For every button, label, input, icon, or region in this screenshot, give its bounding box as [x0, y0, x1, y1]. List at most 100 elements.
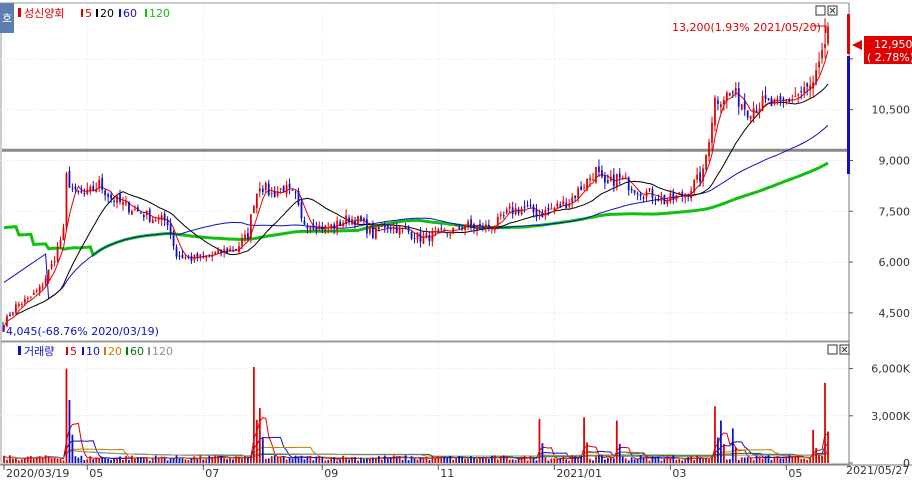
candle-body [419, 232, 422, 243]
candle-body [223, 249, 226, 253]
volume-bar [166, 460, 169, 463]
candle-body [493, 226, 496, 231]
volume-bar [621, 456, 624, 463]
candle-body [821, 49, 823, 59]
volume-bar [113, 458, 115, 463]
candle-body [517, 209, 520, 214]
candle-body [178, 255, 181, 257]
candle-body [241, 238, 243, 246]
candle-body [377, 226, 380, 230]
candle-body [107, 194, 110, 197]
x-tick-label: 09 [324, 467, 338, 480]
candle-body [416, 232, 419, 240]
volume-bar [229, 457, 231, 463]
vol-legend-ma120-swatch [148, 347, 150, 355]
candle-body [791, 99, 794, 101]
volume-bar [630, 457, 633, 463]
candle-body [443, 230, 446, 232]
volume-bar [238, 457, 240, 463]
candle-body [425, 232, 428, 238]
candle-body [279, 188, 282, 190]
volume-bar [490, 455, 493, 463]
volume-bar [583, 417, 585, 463]
volume-bar [479, 457, 481, 463]
candle-body [327, 227, 330, 229]
candle-body [663, 194, 666, 205]
candle-body [740, 104, 743, 110]
candle-body [633, 190, 636, 193]
volume-bar [728, 459, 731, 463]
candle-body [348, 217, 350, 223]
volume-bar [470, 456, 472, 463]
volume-bar [351, 457, 353, 463]
volume-bar [267, 458, 270, 463]
candle-body [523, 206, 526, 208]
legend-ma20: 20 [100, 7, 114, 20]
candle-body [9, 314, 11, 317]
vol-legend-ma5: 5 [70, 345, 77, 358]
vol-legend-ma10-swatch [82, 347, 84, 355]
volume-bar [743, 457, 746, 463]
volume-legend-name: 거래량 [24, 345, 54, 358]
candle-body [229, 249, 231, 252]
volume-bar [559, 458, 562, 463]
candle-body [71, 187, 74, 189]
candle-body [746, 110, 749, 118]
volume-bar [571, 455, 574, 463]
candle-body [270, 192, 273, 194]
candle-body [389, 227, 392, 230]
candle-body [818, 61, 820, 68]
candle-body [98, 179, 101, 187]
candle-body [749, 116, 752, 119]
candle-body [398, 226, 401, 235]
volume-bar [148, 460, 151, 463]
volume-bar [345, 457, 347, 463]
candle-body [827, 26, 829, 44]
corner-icon[interactable]: 호 [2, 12, 12, 25]
volume-bar [190, 458, 193, 463]
candle-body [110, 194, 112, 199]
candle-body [214, 252, 217, 255]
volume-bar [797, 455, 800, 463]
candle-body [437, 229, 440, 233]
candle-body [395, 225, 398, 233]
volume-bar [321, 456, 324, 463]
volume-bar [71, 434, 74, 463]
volume-bar [348, 459, 350, 463]
candle-body [306, 226, 309, 229]
volume-bar [145, 457, 148, 463]
volume-bar [749, 457, 752, 463]
volume-bar [809, 458, 812, 463]
candle-body [324, 225, 327, 232]
volume-maximize-button[interactable] [827, 344, 838, 355]
axis-marker-down [847, 56, 850, 174]
volume-bar [23, 457, 26, 463]
volume-bar [74, 456, 77, 463]
candle-body [175, 246, 178, 257]
candle-body [255, 193, 258, 209]
candle-body [734, 87, 737, 94]
candle-body [586, 178, 588, 191]
volume-bar [318, 456, 321, 463]
candle-body [172, 235, 175, 247]
candle-body [431, 231, 434, 242]
volume-bar [431, 455, 434, 463]
volume-bar [791, 455, 794, 463]
maximize-button[interactable] [815, 5, 826, 16]
candle-body [645, 191, 648, 197]
legend-ma5-swatch [81, 9, 83, 17]
volume-bar [788, 455, 791, 463]
volume-bar [187, 460, 190, 463]
volume-bar [261, 438, 264, 463]
candle-body [95, 188, 98, 193]
volume-bar [437, 456, 440, 463]
volume-bar [461, 456, 463, 463]
candle-body [627, 177, 630, 191]
candle-body [538, 215, 541, 217]
volume-bar [824, 382, 826, 463]
volume-bar [330, 457, 333, 463]
candle-body [89, 186, 92, 192]
candle-body [651, 189, 654, 199]
candle-body [38, 286, 41, 292]
volume-bar [309, 456, 312, 463]
